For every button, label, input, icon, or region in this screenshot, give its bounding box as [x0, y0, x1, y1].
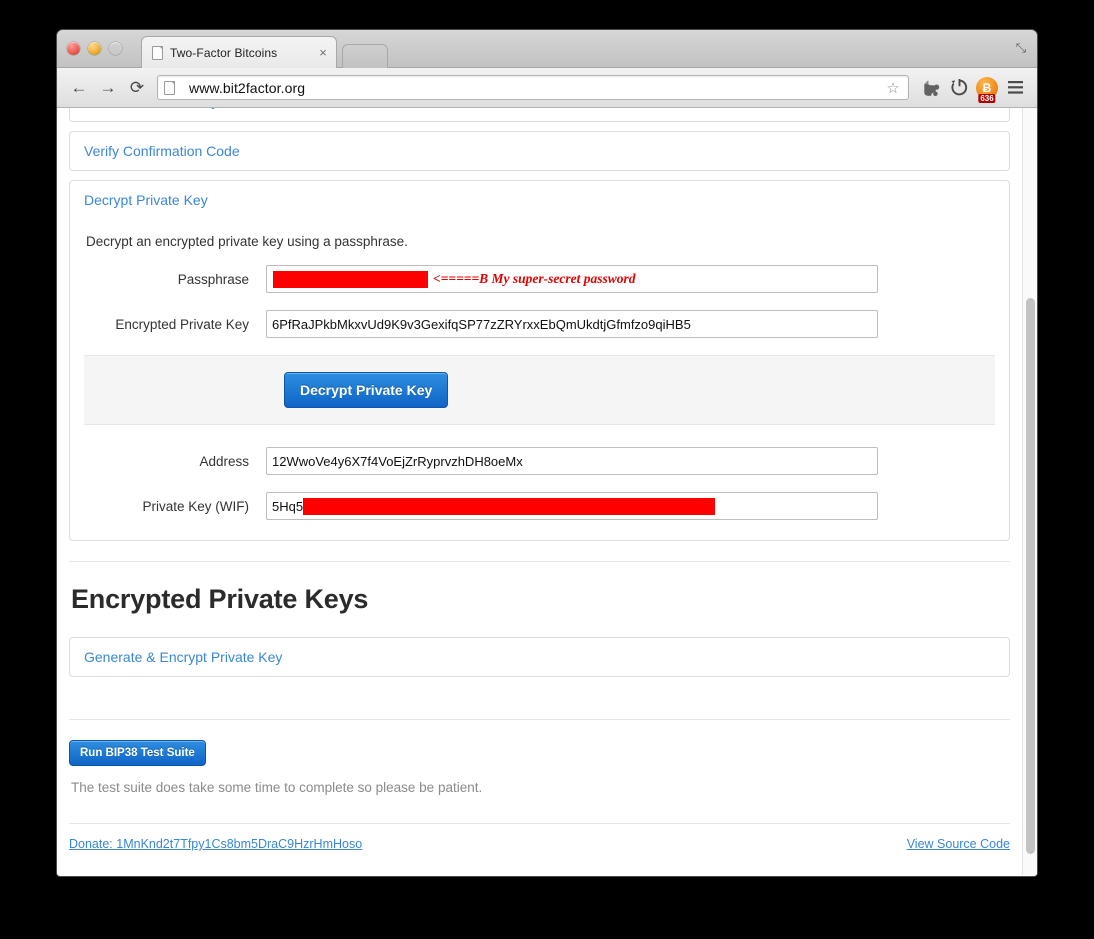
forward-icon[interactable]: → — [95, 75, 121, 101]
passphrase-redaction-bar — [273, 270, 428, 288]
menu-icon[interactable] — [1002, 75, 1028, 101]
encrypted-private-key-row: Encrypted Private Key 6PfRaJPkbMkxvUd9K9… — [84, 310, 995, 338]
panel-confirm-code-validity[interactable]: Confirm Code Validity / Generate Confirm… — [69, 108, 1010, 122]
minimize-window-button[interactable] — [88, 42, 101, 55]
reload-icon[interactable]: ⟳ — [124, 75, 150, 101]
scrollbar-thumb[interactable] — [1026, 298, 1035, 854]
bitcoin-glyph: Ƀ — [982, 80, 992, 95]
panel-verify-confirmation-code-link[interactable]: Verify Confirmation Code — [84, 143, 240, 159]
browser-toolbar: ← → ⟳ www.bit2factor.org ☆ Ƀ 636 — [57, 68, 1037, 108]
private-key-wif-output[interactable]: 5Hq5 — [266, 492, 878, 520]
address-label: Address — [199, 453, 249, 469]
private-key-wif-row: Private Key (WIF) 5Hq5 — [84, 492, 995, 520]
url-text: www.bit2factor.org — [189, 79, 306, 96]
browser-tabstrip: Two-Factor Bitcoins × ⤡ — [57, 30, 1037, 68]
maximize-window-button[interactable] — [109, 42, 122, 55]
private-key-redaction-bar — [303, 497, 716, 515]
back-icon[interactable]: ← — [66, 75, 92, 101]
encrypted-private-key-label: Encrypted Private Key — [115, 316, 249, 332]
address-bar[interactable]: www.bit2factor.org ☆ — [157, 75, 909, 100]
panel-confirm-code-validity-label: Confirm Code Validity / Generate Confirm… — [84, 108, 409, 109]
address-output[interactable]: 12WwoVe4y6X7f4VoEjZrRyprvzhDH8oeMx — [266, 447, 878, 475]
close-icon[interactable]: × — [316, 46, 330, 60]
section-divider-top — [69, 561, 1010, 562]
decrypt-private-key-body: Decrypt an encrypted private key using a… — [70, 219, 1009, 540]
section-divider-bottom — [69, 719, 1010, 720]
panel-verify-confirmation-code-heading: Verify Confirmation Code — [70, 132, 1009, 170]
tab-title: Two-Factor Bitcoins — [170, 45, 278, 60]
page-security-icon — [164, 80, 175, 95]
page-icon — [152, 45, 163, 60]
decrypt-actions-well: Decrypt Private Key — [84, 355, 995, 425]
decrypt-private-key-button[interactable]: Decrypt Private Key — [284, 372, 449, 408]
page-viewport: Confirm Code Validity / Generate Confirm… — [57, 108, 1037, 875]
address-row: Address 12WwoVe4y6X7f4VoEjZrRyprvzhDH8oe… — [84, 447, 995, 475]
browser-window: Two-Factor Bitcoins × ⤡ ← → ⟳ www.bit2fa… — [57, 30, 1037, 876]
panel-verify-confirmation-code[interactable]: Verify Confirmation Code — [69, 131, 1010, 171]
window-controls — [67, 42, 122, 55]
evernote-icon[interactable] — [918, 75, 944, 101]
panel-generate-encrypt-private-key[interactable]: Generate & Encrypt Private Key — [69, 637, 1010, 677]
test-suite-note: The test suite does take some time to co… — [71, 780, 483, 795]
passphrase-row: Passphrase <=====B My super-secret passw… — [84, 265, 995, 293]
page-scrollbar[interactable] — [1022, 108, 1037, 875]
bitcoin-extension-icon[interactable]: Ƀ 636 — [974, 75, 1000, 103]
panel-decrypt-private-key-heading: Decrypt Private Key — [70, 181, 1009, 219]
close-window-button[interactable] — [67, 42, 80, 55]
passphrase-input[interactable]: <=====B My super-secret password — [266, 265, 878, 293]
private-key-wif-prefix: 5Hq5 — [272, 498, 304, 514]
encrypted-private-key-input[interactable]: 6PfRaJPkbMkxvUd9K9v3GexifqSP77zZRYrxxEbQ… — [266, 310, 878, 338]
decrypt-lead-text: Decrypt an encrypted private key using a… — [86, 234, 408, 249]
encrypted-private-keys-title: Encrypted Private Keys — [71, 584, 369, 614]
new-tab-button[interactable] — [342, 44, 388, 68]
sync-refresh-icon[interactable] — [946, 75, 972, 101]
bitcoin-badge: Ƀ 636 — [976, 76, 998, 103]
panel-generate-encrypt-link[interactable]: Generate & Encrypt Private Key — [84, 649, 282, 665]
browser-tab[interactable]: Two-Factor Bitcoins × — [141, 36, 337, 68]
page-content: Confirm Code Validity / Generate Confirm… — [57, 108, 1022, 875]
run-bip38-test-suite-button[interactable]: Run BIP38 Test Suite — [69, 740, 206, 766]
page-footer: Donate: 1MnKnd2t7Tfpy1Cs8bm5DraC9HzrHmHo… — [69, 823, 1010, 851]
resize-window-icon[interactable]: ⤡ — [1014, 41, 1028, 55]
view-source-code-link[interactable]: View Source Code — [907, 837, 1010, 851]
private-key-wif-label: Private Key (WIF) — [142, 498, 249, 514]
donate-link[interactable]: Donate: 1MnKnd2t7Tfpy1Cs8bm5DraC9HzrHmHo… — [69, 837, 362, 851]
panel-decrypt-private-key: Decrypt Private Key Decrypt an encrypted… — [69, 180, 1010, 541]
passphrase-annotation: <=====B My super-secret password — [433, 271, 636, 286]
passphrase-label: Passphrase — [177, 271, 249, 287]
panel-generate-encrypt-heading: Generate & Encrypt Private Key — [70, 638, 1009, 676]
panel-decrypt-private-key-link[interactable]: Decrypt Private Key — [84, 192, 208, 208]
bitcoin-count-badge: 636 — [978, 93, 996, 103]
bookmark-star-icon[interactable]: ☆ — [884, 79, 902, 97]
